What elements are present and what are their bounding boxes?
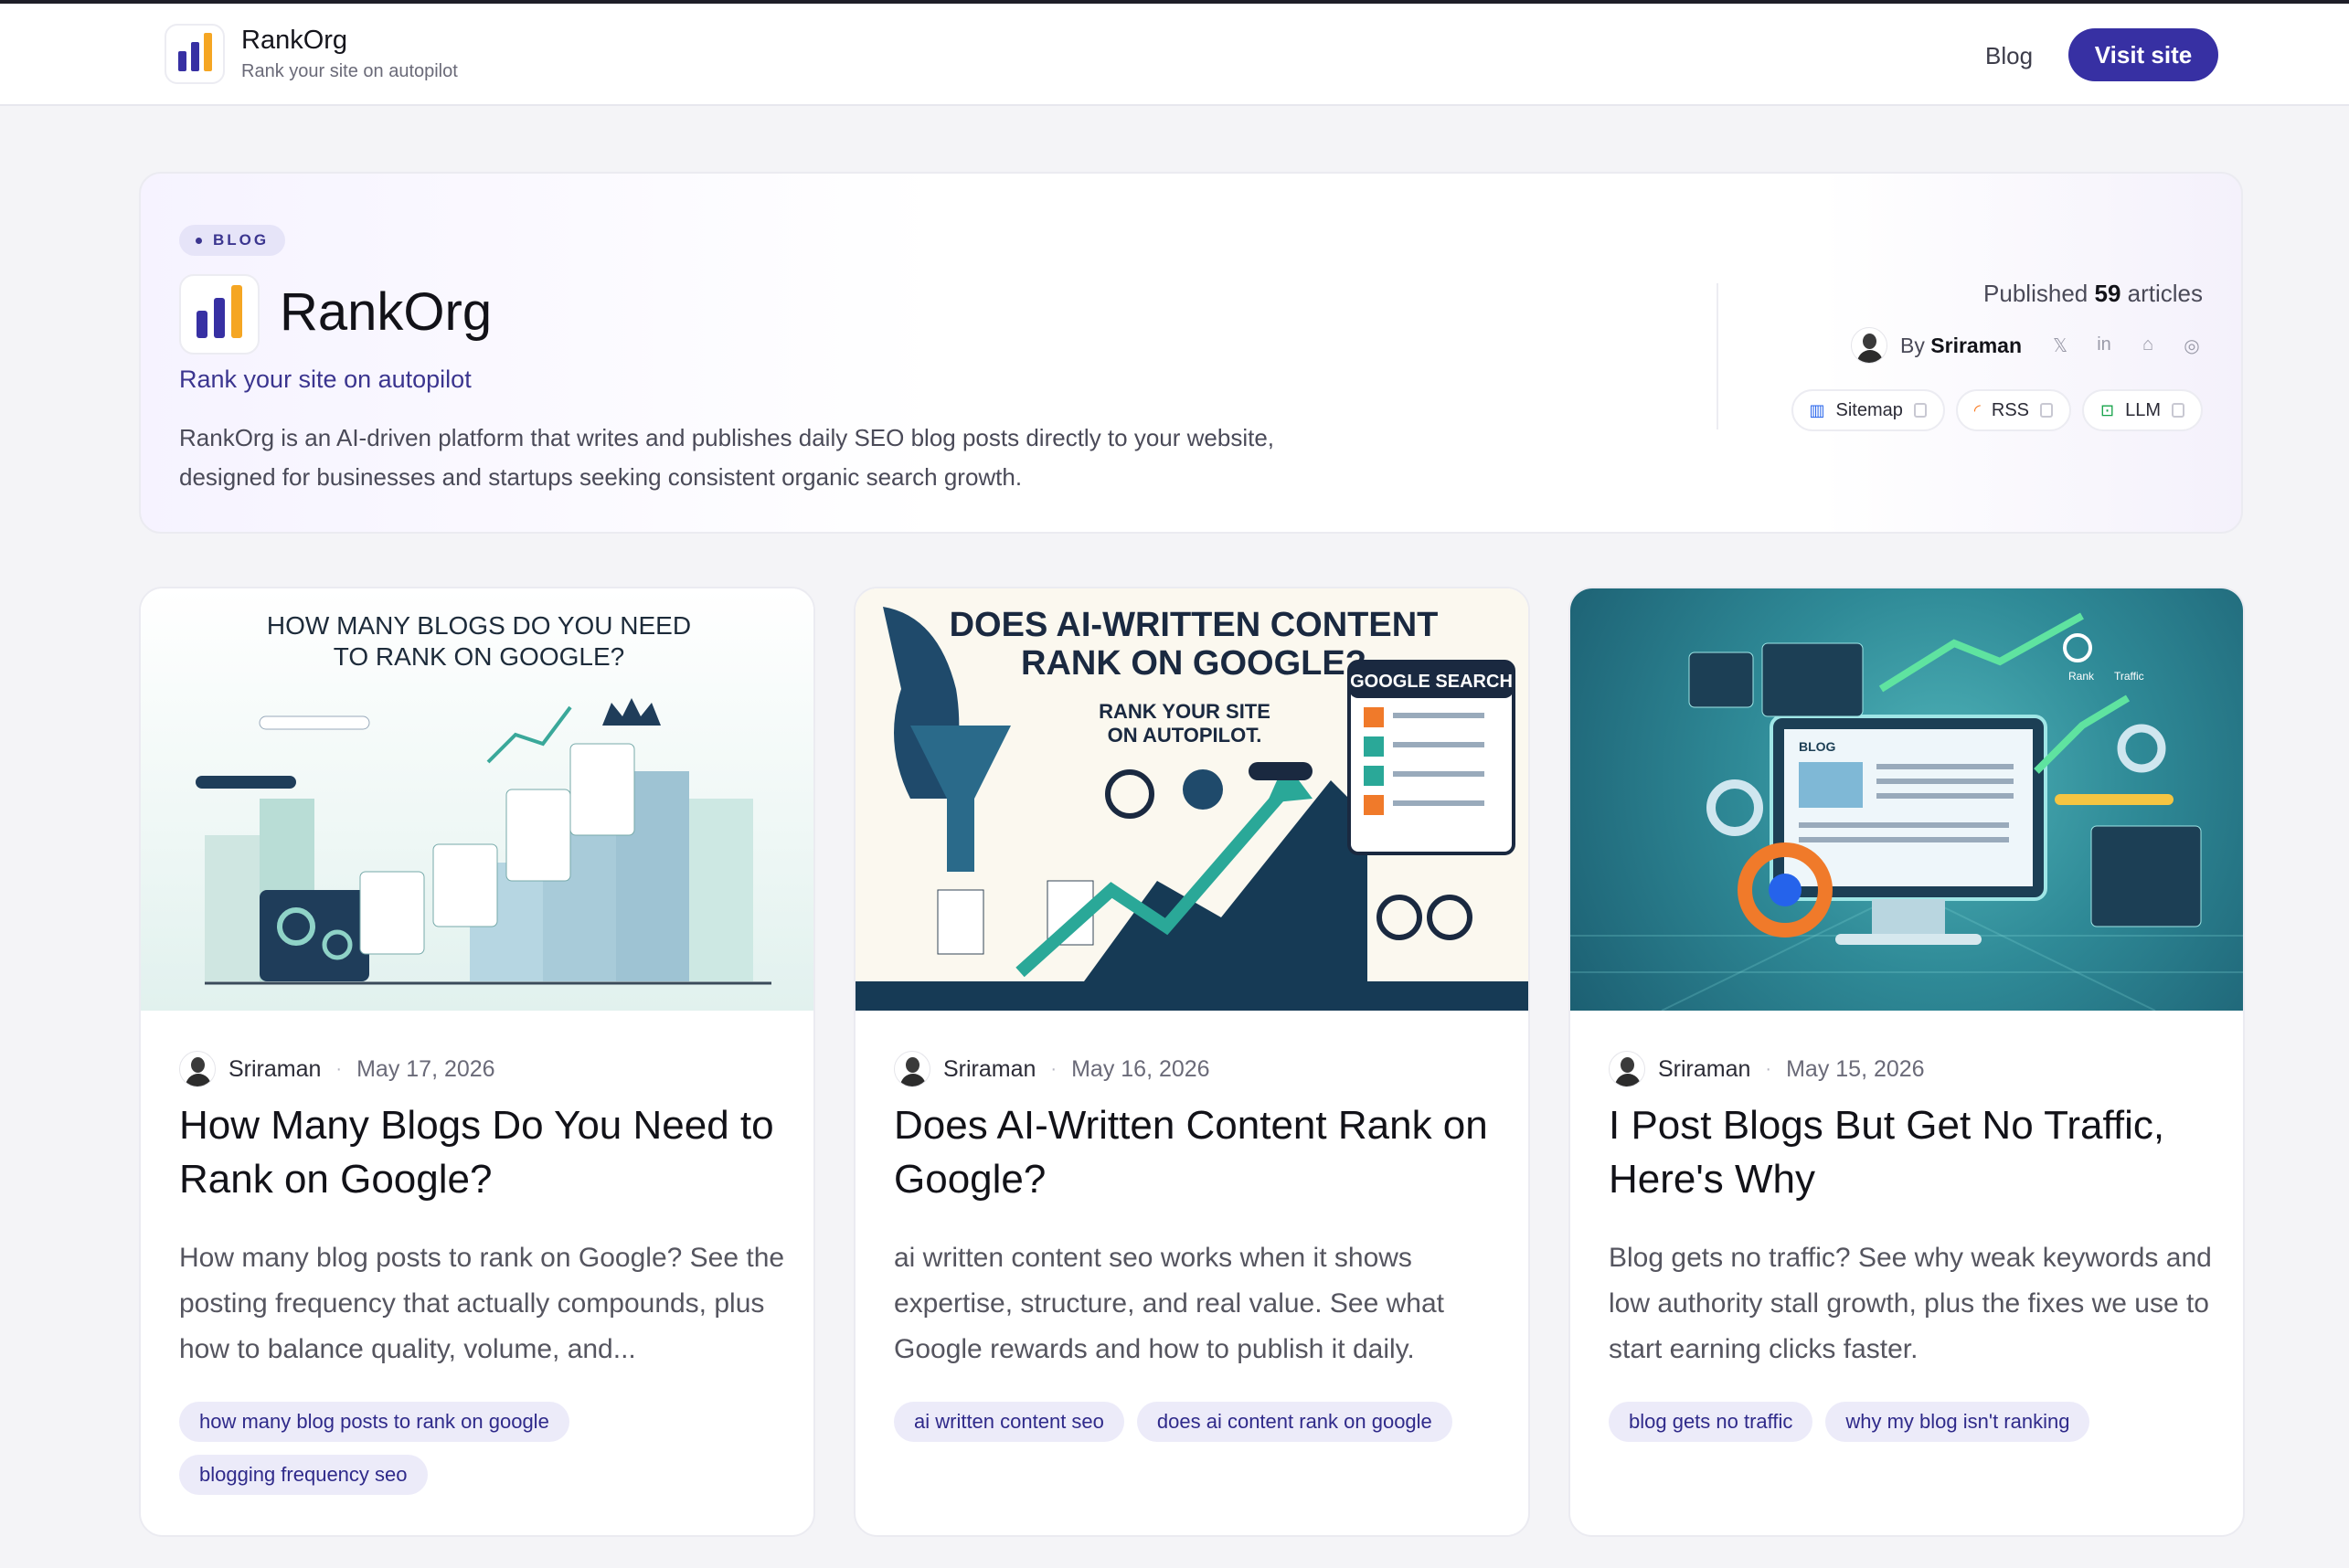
article-tags: blog gets no traffic why my blog isn't r… bbox=[1609, 1402, 2230, 1442]
linkedin-icon[interactable]: in bbox=[2093, 334, 2115, 357]
author-name[interactable]: Sriraman bbox=[1930, 334, 2022, 357]
cover-text-line-2: Rank bbox=[2068, 670, 2095, 683]
article-author[interactable]: Sriraman bbox=[229, 1056, 321, 1083]
author-avatar bbox=[1609, 1051, 1645, 1087]
author-row: By Sriraman 𝕏 in ⌂ ◎ bbox=[1851, 327, 2203, 364]
llm-label: LLM bbox=[2125, 399, 2161, 420]
blog-hero-card: BLOG RankOrg Rank your site on autopilot… bbox=[139, 172, 2243, 534]
blog-pill: BLOG bbox=[179, 225, 286, 256]
globe-icon[interactable]: ◎ bbox=[2181, 334, 2203, 357]
cover-text-line-5: GOOGLE SEARCH bbox=[1350, 672, 1513, 692]
brand-tagline: Rank your site on autopilot bbox=[241, 61, 458, 81]
site-header: RankOrg Rank your site on autopilot Blog… bbox=[0, 4, 2349, 106]
brand[interactable]: RankOrg Rank your site on autopilot bbox=[165, 24, 458, 84]
separator-dot: · bbox=[335, 1058, 343, 1079]
published-prefix: Published bbox=[1983, 280, 2089, 307]
article-card[interactable]: DOES AI-WRITTEN CONTENT RANK ON GOOGLE? … bbox=[854, 587, 1530, 1537]
tag-chip[interactable]: how many blog posts to rank on google bbox=[179, 1402, 569, 1442]
author-avatar bbox=[179, 1051, 216, 1087]
article-meta: Sriraman · May 17, 2026 bbox=[179, 1051, 495, 1087]
article-excerpt: How many blog posts to rank on Google? S… bbox=[179, 1243, 785, 1364]
blog-pill-label: BLOG bbox=[213, 231, 270, 249]
article-excerpt: ai written content seo works when it sho… bbox=[894, 1243, 1444, 1364]
copy-icon[interactable] bbox=[1913, 403, 1927, 418]
article-cover-image[interactable]: HOW MANY BLOGS DO YOU NEED TO RANK ON GO… bbox=[141, 588, 813, 1011]
nav-blog-link[interactable]: Blog bbox=[1985, 42, 2033, 70]
cover-text-line-2: TO RANK ON GOOGLE? bbox=[334, 642, 624, 671]
hero-description: RankOrg is an AI-driven platform that wr… bbox=[179, 424, 1275, 491]
hero-title: RankOrg bbox=[280, 282, 493, 342]
tag-chip[interactable]: why my blog isn't ranking bbox=[1825, 1402, 2090, 1442]
article-title[interactable]: I Post Blogs But Get No Traffic, Here's … bbox=[1609, 1098, 2230, 1206]
article-tags: ai written content seo does ai content r… bbox=[894, 1402, 1515, 1442]
tag-chip[interactable]: blogging frequency seo bbox=[179, 1455, 428, 1495]
article-date: May 16, 2026 bbox=[1071, 1055, 1210, 1082]
cover-text-line-1: HOW MANY BLOGS DO YOU NEED bbox=[267, 611, 691, 640]
feed-links: ▥ Sitemap ◜ RSS ⊡ LLM bbox=[1791, 389, 2203, 431]
separator-dot: · bbox=[1765, 1058, 1772, 1079]
article-card[interactable]: HOW MANY BLOGS DO YOU NEED TO RANK ON GO… bbox=[139, 587, 815, 1537]
cover-text-line-1: BLOG bbox=[1799, 739, 1836, 754]
brand-name: RankOrg bbox=[241, 26, 348, 55]
sitemap-label: Sitemap bbox=[1835, 399, 1903, 420]
llm-link[interactable]: ⊡ LLM bbox=[2082, 389, 2203, 431]
rss-icon: ◜ bbox=[1973, 400, 1981, 419]
article-date: May 17, 2026 bbox=[356, 1055, 495, 1082]
published-count: Published 59 articles bbox=[1983, 280, 2203, 308]
article-meta: Sriraman · May 16, 2026 bbox=[894, 1051, 1210, 1087]
article-card[interactable]: BLOG Rank Traffic Sriraman · May 15, 202… bbox=[1568, 587, 2245, 1537]
article-tags: how many blog posts to rank on google bl… bbox=[179, 1402, 801, 1495]
article-date: May 15, 2026 bbox=[1786, 1055, 1925, 1082]
article-title[interactable]: Does AI-Written Content Rank on Google? bbox=[894, 1098, 1515, 1206]
published-number: 59 bbox=[2094, 280, 2121, 307]
cover-text-line-3: Traffic bbox=[2114, 670, 2144, 683]
copy-icon[interactable] bbox=[2172, 403, 2184, 418]
divider bbox=[1717, 283, 1718, 429]
cover-text-line-2: RANK ON GOOGLE? bbox=[1021, 644, 1366, 683]
sitemap-link[interactable]: ▥ Sitemap bbox=[1791, 389, 1945, 431]
article-author[interactable]: Sriraman bbox=[943, 1056, 1036, 1083]
article-excerpt: Blog gets no traffic? See why weak keywo… bbox=[1609, 1243, 2212, 1364]
robot-icon: ⊡ bbox=[2100, 400, 2115, 419]
tag-chip[interactable]: does ai content rank on google bbox=[1136, 1402, 1452, 1442]
article-author[interactable]: Sriraman bbox=[1658, 1056, 1750, 1083]
author-avatar bbox=[1851, 327, 1888, 364]
hero-tagline: Rank your site on autopilot bbox=[179, 366, 472, 393]
article-title[interactable]: How Many Blogs Do You Need to Rank on Go… bbox=[179, 1098, 801, 1206]
separator-dot: · bbox=[1050, 1058, 1058, 1079]
rankorg-logo-icon bbox=[179, 274, 260, 355]
article-meta: Sriraman · May 15, 2026 bbox=[1609, 1051, 1925, 1087]
cover-text-line-1: DOES AI-WRITTEN CONTENT bbox=[950, 606, 1439, 644]
author-avatar bbox=[894, 1051, 930, 1087]
dot-icon bbox=[196, 237, 202, 244]
rss-link[interactable]: ◜ RSS bbox=[1955, 389, 2071, 431]
social-links: 𝕏 in ⌂ ◎ bbox=[2049, 334, 2203, 357]
by-author: By Sriraman bbox=[1900, 334, 2022, 358]
x-icon[interactable]: 𝕏 bbox=[2049, 334, 2071, 357]
article-cover-image[interactable]: DOES AI-WRITTEN CONTENT RANK ON GOOGLE? … bbox=[856, 588, 1528, 1011]
cover-text-line-3: RANK YOUR SITE bbox=[1099, 700, 1270, 723]
tag-chip[interactable]: blog gets no traffic bbox=[1609, 1402, 1813, 1442]
published-suffix: articles bbox=[2127, 280, 2203, 307]
github-icon[interactable]: ⌂ bbox=[2137, 334, 2159, 357]
by-prefix: By bbox=[1900, 333, 1925, 357]
cover-text-line-4: ON AUTOPILOT. bbox=[1108, 724, 1262, 747]
article-cover-image[interactable]: BLOG Rank Traffic bbox=[1570, 588, 2243, 1011]
map-icon: ▥ bbox=[1809, 400, 1825, 419]
rankorg-logo-icon bbox=[165, 24, 225, 84]
rss-label: RSS bbox=[1991, 399, 2029, 420]
tag-chip[interactable]: ai written content seo bbox=[894, 1402, 1124, 1442]
visit-site-button[interactable]: Visit site bbox=[2068, 28, 2218, 81]
copy-icon[interactable] bbox=[2040, 403, 2053, 418]
